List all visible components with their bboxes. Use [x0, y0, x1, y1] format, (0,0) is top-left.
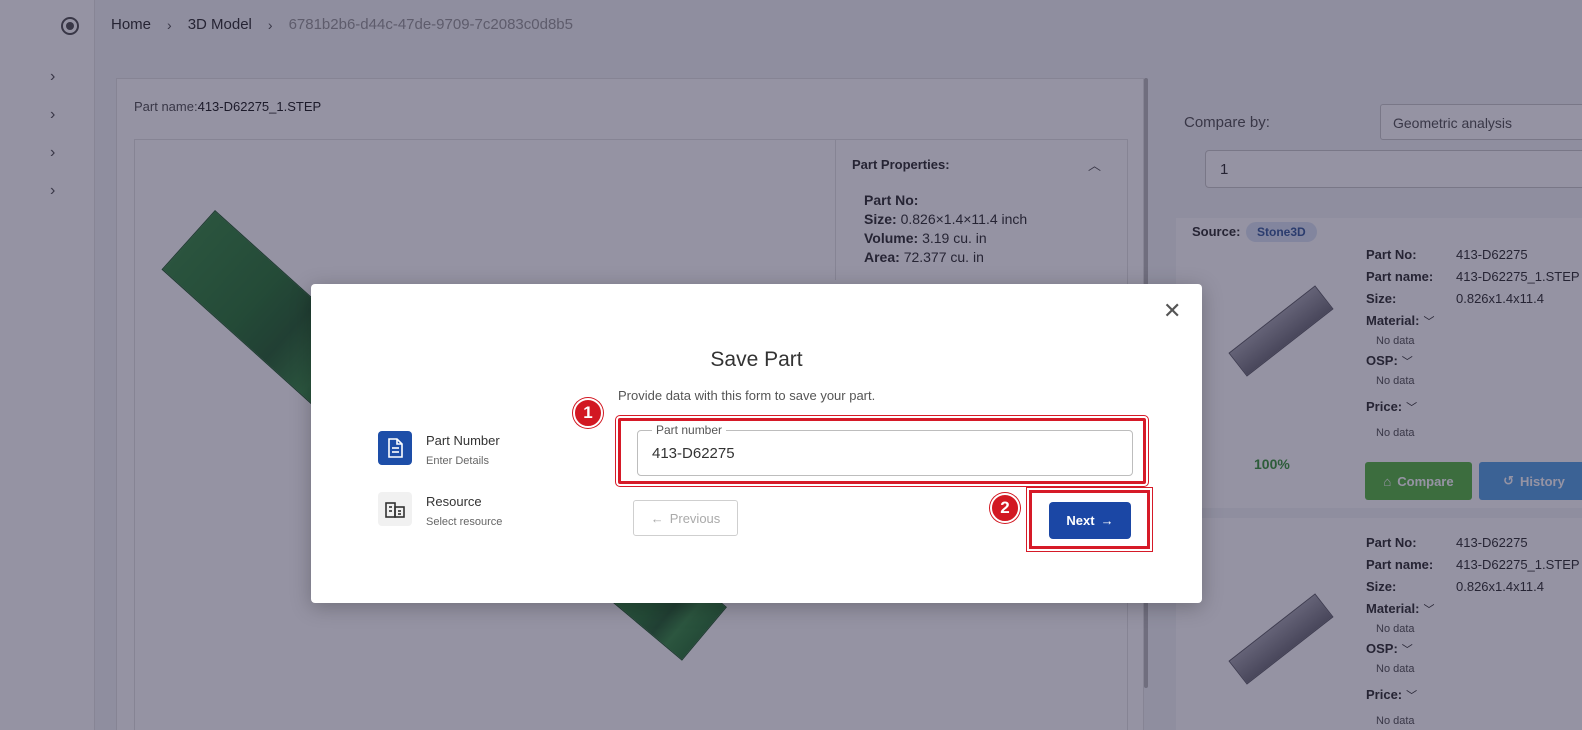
- previous-button-label: Previous: [669, 510, 721, 526]
- step-title: Part Number: [426, 433, 500, 448]
- next-button-label: Next: [1066, 513, 1095, 528]
- modal-subtitle: Provide data with this form to save your…: [618, 388, 876, 403]
- step-subtitle: Enter Details: [426, 455, 489, 467]
- close-icon[interactable]: ✕: [1163, 300, 1181, 322]
- part-number-highlight: Part number: [615, 415, 1149, 487]
- annotation-marker-2: 2: [990, 493, 1020, 523]
- document-icon: [378, 431, 412, 465]
- arrow-left-icon: ←: [650, 510, 664, 526]
- previous-button[interactable]: ← Previous: [633, 500, 738, 536]
- annotation-marker-1: 1: [573, 398, 603, 428]
- next-button-highlight: Next →: [1026, 487, 1153, 552]
- modal-title: Save Part: [710, 348, 803, 371]
- part-number-label: Part number: [652, 423, 727, 437]
- step-subtitle: Select resource: [426, 516, 503, 528]
- step-resource[interactable]: Resource Select resource: [378, 492, 502, 528]
- next-button[interactable]: Next →: [1049, 502, 1131, 539]
- step-title: Resource: [426, 494, 482, 509]
- step-part-number[interactable]: Part Number Enter Details: [378, 431, 500, 467]
- save-part-modal: ✕ Save Part Provide data with this form …: [311, 284, 1202, 603]
- arrow-right-icon: →: [1100, 513, 1114, 528]
- part-number-field[interactable]: Part number: [637, 423, 1133, 476]
- part-number-input[interactable]: [652, 445, 1112, 462]
- building-icon: [378, 492, 412, 526]
